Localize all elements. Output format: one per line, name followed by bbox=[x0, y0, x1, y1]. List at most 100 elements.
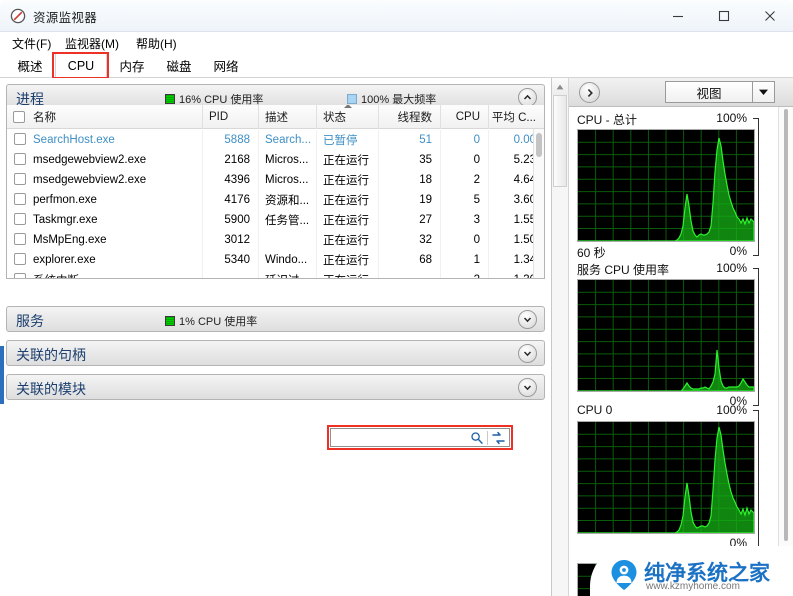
resource-monitor-window: 资源监视器 文件(F) 监视器(M) 帮助(H) 概述 CPU 内存 磁盘 网络 bbox=[0, 0, 793, 596]
cell-pid: - bbox=[203, 270, 259, 278]
menu-item-file[interactable]: 文件(F) bbox=[9, 35, 54, 52]
handles-section-header[interactable]: 关联的句柄 bbox=[6, 340, 545, 366]
cell-description: Micros... bbox=[259, 150, 317, 170]
scrollbar-thumb[interactable] bbox=[536, 133, 542, 157]
table-row[interactable]: msedgewebview2.exe 2168 Micros... 正在运行 3… bbox=[7, 150, 544, 170]
table-row[interactable]: msedgewebview2.exe 4396 Micros... 正在运行 1… bbox=[7, 170, 544, 190]
tab-bar: 概述 CPU 内存 磁盘 网络 bbox=[0, 53, 793, 78]
handles-expand-button[interactable] bbox=[518, 344, 537, 363]
table-row[interactable]: explorer.exe 5340 Windo... 正在运行 68 1 1.3… bbox=[7, 250, 544, 270]
close-button[interactable] bbox=[747, 0, 793, 31]
cell-pid: 4396 bbox=[203, 170, 259, 190]
cell-cpu: 0 bbox=[441, 230, 489, 250]
menu-bar: 文件(F) 监视器(M) 帮助(H) bbox=[0, 32, 793, 53]
sidebar-scrollbar[interactable] bbox=[778, 107, 793, 596]
pane-focus-accent bbox=[0, 346, 4, 404]
cell-name: MsMpEng.exe bbox=[7, 230, 203, 250]
graph-max-label: 100% bbox=[716, 261, 747, 275]
scrollbar-thumb[interactable] bbox=[553, 95, 567, 187]
modules-title: 关联的模块 bbox=[16, 381, 86, 397]
cell-threads: - bbox=[379, 270, 441, 278]
chevron-up-icon bbox=[523, 94, 532, 100]
table-row[interactable]: Taskmgr.exe 5900 任务管... 正在运行 27 3 1.55 bbox=[7, 210, 544, 230]
sidebar-collapse-button[interactable] bbox=[579, 82, 600, 103]
scrollbar-thumb[interactable] bbox=[784, 109, 788, 541]
left-pane: 进程 16% CPU 使用率 100% 最大频率 名称 PID 描述 状态 线程… bbox=[0, 78, 552, 596]
cell-name: Taskmgr.exe bbox=[7, 210, 203, 230]
cell-threads: 68 bbox=[379, 250, 441, 270]
maximize-button[interactable] bbox=[701, 0, 747, 31]
cell-description bbox=[259, 230, 317, 250]
graph-canvas bbox=[577, 279, 755, 392]
left-pane-scrollbar[interactable] bbox=[552, 78, 569, 596]
table-row[interactable]: MsMpEng.exe 3012 正在运行 32 0 1.50 bbox=[7, 230, 544, 250]
cell-description: Micros... bbox=[259, 170, 317, 190]
cell-cpu: 3 bbox=[441, 210, 489, 230]
view-button[interactable]: 视图 bbox=[665, 81, 753, 103]
modules-expand-button[interactable] bbox=[518, 378, 537, 397]
refresh-icon[interactable] bbox=[491, 431, 506, 448]
modules-section-header[interactable]: 关联的模块 bbox=[6, 374, 545, 400]
graph-title: 服务 CPU 使用率 bbox=[577, 263, 670, 277]
sort-ascending-icon bbox=[343, 105, 352, 108]
cell-pid: 2168 bbox=[203, 150, 259, 170]
cell-pid: 5888 bbox=[203, 130, 259, 150]
services-section-header[interactable]: 服务 1% CPU 使用率 bbox=[6, 306, 545, 332]
tab-disk[interactable]: 磁盘 bbox=[157, 53, 201, 78]
column-header-threads[interactable]: 线程数 bbox=[379, 105, 441, 129]
graph-axis-bracket bbox=[753, 118, 759, 256]
table-row[interactable]: SearchHost.exe 5888 Search... 已暂停 51 0 0… bbox=[7, 130, 544, 150]
graph-canvas bbox=[577, 129, 755, 242]
column-header-pid[interactable]: PID bbox=[203, 105, 259, 129]
blue-swatch-icon bbox=[347, 94, 357, 104]
handle-search-box[interactable] bbox=[330, 428, 510, 447]
handles-title: 关联的句柄 bbox=[16, 347, 86, 363]
menu-item-help[interactable]: 帮助(H) bbox=[133, 35, 180, 52]
cell-threads: 18 bbox=[379, 170, 441, 190]
column-header-status[interactable]: 状态 bbox=[317, 105, 379, 129]
handle-search-input[interactable] bbox=[334, 430, 472, 445]
graph-xlabel: 60 秒 bbox=[577, 246, 606, 260]
graph-title: CPU - 总计 bbox=[577, 113, 638, 127]
table-row[interactable]: perfmon.exe 4176 资源和... 正在运行 19 5 3.60 bbox=[7, 190, 544, 210]
cell-description: 延迟过... bbox=[259, 270, 317, 278]
tab-network[interactable]: 网络 bbox=[204, 53, 248, 78]
services-expand-button[interactable] bbox=[518, 310, 537, 329]
column-header-average-cpu[interactable]: 平均 C... bbox=[489, 105, 544, 129]
tab-memory[interactable]: 内存 bbox=[110, 53, 154, 78]
cell-pid: 5340 bbox=[203, 250, 259, 270]
table-row[interactable]: 系统中断 - 延迟过... 正在运行 - 2 1.30 bbox=[7, 270, 544, 278]
column-header-description[interactable]: 描述 bbox=[259, 105, 317, 129]
select-all-checkbox[interactable] bbox=[13, 111, 25, 123]
graph-canvas bbox=[577, 563, 755, 596]
caret-up-icon bbox=[556, 84, 564, 89]
search-icon[interactable] bbox=[470, 431, 484, 448]
cell-description: Windo... bbox=[259, 250, 317, 270]
title-bar: 资源监视器 bbox=[0, 0, 793, 32]
cell-description: 任务管... bbox=[259, 210, 317, 230]
cell-pid: 4176 bbox=[203, 190, 259, 210]
view-dropdown-button[interactable] bbox=[753, 81, 775, 103]
cell-cpu: 5 bbox=[441, 190, 489, 210]
cell-cpu: 2 bbox=[441, 270, 489, 278]
column-header-cpu[interactable]: CPU bbox=[441, 105, 489, 129]
graph-min-label: 0% bbox=[729, 244, 747, 258]
content-area: 进程 16% CPU 使用率 100% 最大频率 名称 PID 描述 状态 线程… bbox=[0, 78, 793, 596]
cell-status: 正在运行 bbox=[317, 270, 379, 278]
tab-cpu[interactable]: CPU bbox=[55, 53, 107, 78]
cell-status: 正在运行 bbox=[317, 210, 379, 230]
cell-name: msedgewebview2.exe bbox=[7, 170, 203, 190]
process-table-scrollbar[interactable] bbox=[533, 129, 544, 278]
cell-description: 资源和... bbox=[259, 190, 317, 210]
column-header-name[interactable]: 名称 bbox=[7, 105, 203, 129]
minimize-button[interactable] bbox=[655, 0, 701, 31]
menu-item-monitor[interactable]: 监视器(M) bbox=[62, 35, 122, 52]
cell-cpu: 0 bbox=[441, 130, 489, 150]
cell-pid: 3012 bbox=[203, 230, 259, 250]
cell-name: 系统中断 bbox=[7, 270, 203, 278]
graph-axis-bracket bbox=[753, 410, 759, 548]
tab-overview[interactable]: 概述 bbox=[8, 53, 52, 78]
chevron-down-icon bbox=[759, 89, 768, 95]
scroll-up-button[interactable] bbox=[552, 78, 568, 95]
cell-name: explorer.exe bbox=[7, 250, 203, 270]
